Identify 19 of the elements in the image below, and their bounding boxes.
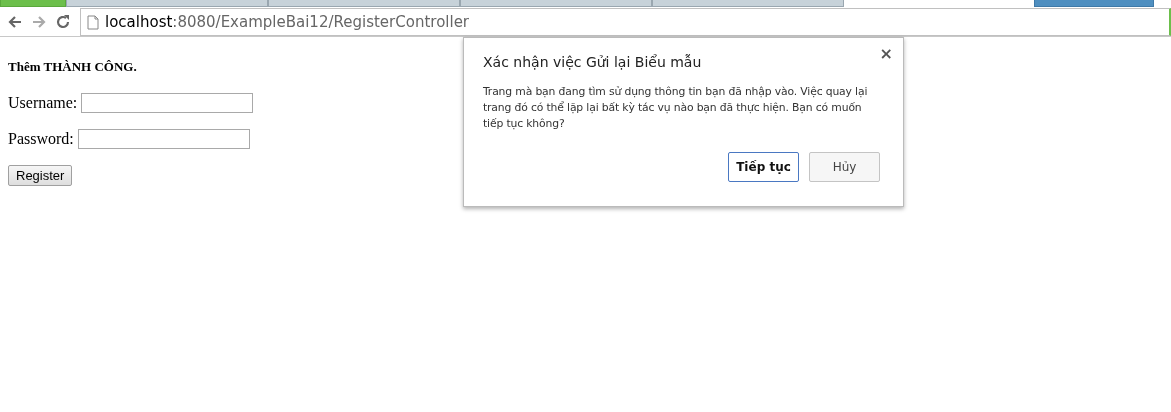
field-label: Password:	[8, 130, 74, 148]
field-label: Username:	[8, 94, 78, 112]
success-message: Thêm THÀNH CÔNG.	[8, 59, 137, 75]
input-field[interactable]	[81, 93, 254, 113]
dialog-message: Trang mà bạn đang tìm sử dụng thông tin bạn đã nhập vào. Việc quay lại trang đó có thể lặp lại bất kỳ tác vụ nào bạn đã thực hiện. Bạn có muốn tiếp tục không?	[483, 84, 869, 132]
browser-tab[interactable]	[66, 0, 268, 7]
browser-tab[interactable]	[652, 0, 844, 7]
close-button[interactable]: ×	[879, 44, 893, 63]
input-field[interactable]	[77, 129, 250, 149]
register-button[interactable]: Register	[8, 165, 73, 186]
dialog-button[interactable]: Tiếp tục	[728, 152, 799, 182]
browser-tab[interactable]	[0, 0, 66, 7]
browser-tab[interactable]	[460, 0, 652, 7]
browser-tab[interactable]	[1034, 0, 1154, 7]
dialog-title: Xác nhận việc Gửi lại Biểu mẫu	[483, 54, 703, 70]
reload-icon[interactable]	[54, 13, 72, 31]
dialog-button[interactable]: Hủy	[809, 152, 880, 182]
browser-tab[interactable]	[268, 0, 460, 7]
page-icon	[87, 14, 99, 30]
